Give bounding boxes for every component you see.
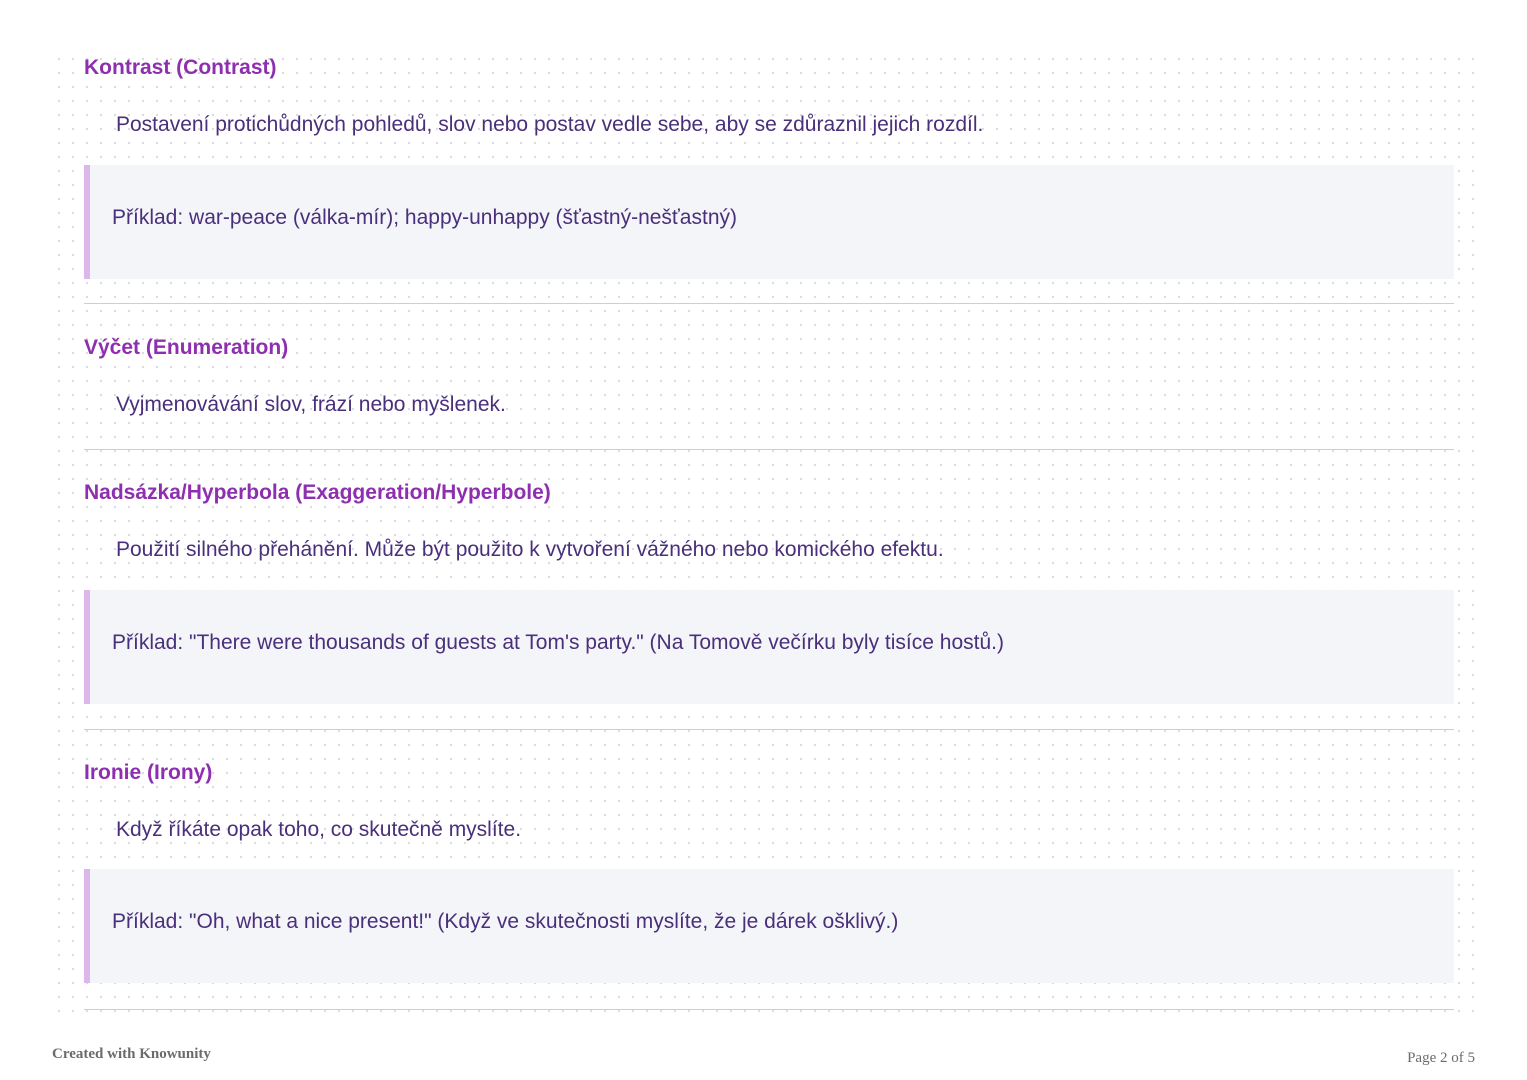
section-divider [84, 729, 1454, 730]
section-divider [84, 303, 1454, 304]
example-text-irony: Příklad: "Oh, what a nice present!" (Kdy… [112, 910, 899, 933]
section-description-hyperbole: Použití silného přehánění. Může být použ… [116, 538, 944, 561]
example-box-contrast: Příklad: war-peace (válka-mír); happy-un… [84, 165, 1454, 279]
page-indicator: Page 2 of 5 [1407, 1050, 1475, 1066]
section-title-irony: Ironie (Irony) [84, 761, 213, 784]
example-text-contrast: Příklad: war-peace (válka-mír); happy-un… [112, 206, 737, 229]
example-box-hyperbole: Příklad: "There were thousands of guests… [84, 590, 1454, 704]
created-with-label: Created with Knowunity [52, 1046, 211, 1062]
section-description-enumeration: Vyjmenovávání slov, frází nebo myšlenek. [116, 393, 506, 416]
section-title-contrast: Kontrast (Contrast) [84, 56, 277, 79]
section-description-contrast: Postavení protichůdných pohledů, slov ne… [116, 113, 984, 136]
example-text-hyperbole: Příklad: "There were thousands of guests… [112, 631, 1004, 654]
section-divider [84, 449, 1454, 450]
section-title-enumeration: Výčet (Enumeration) [84, 336, 289, 359]
section-title-hyperbole: Nadsázka/Hyperbola (Exaggeration/Hyperbo… [84, 481, 551, 504]
section-divider [84, 1009, 1454, 1010]
example-box-irony: Příklad: "Oh, what a nice present!" (Kdy… [84, 869, 1454, 983]
section-description-irony: Když říkáte opak toho, co skutečně myslí… [116, 818, 522, 841]
